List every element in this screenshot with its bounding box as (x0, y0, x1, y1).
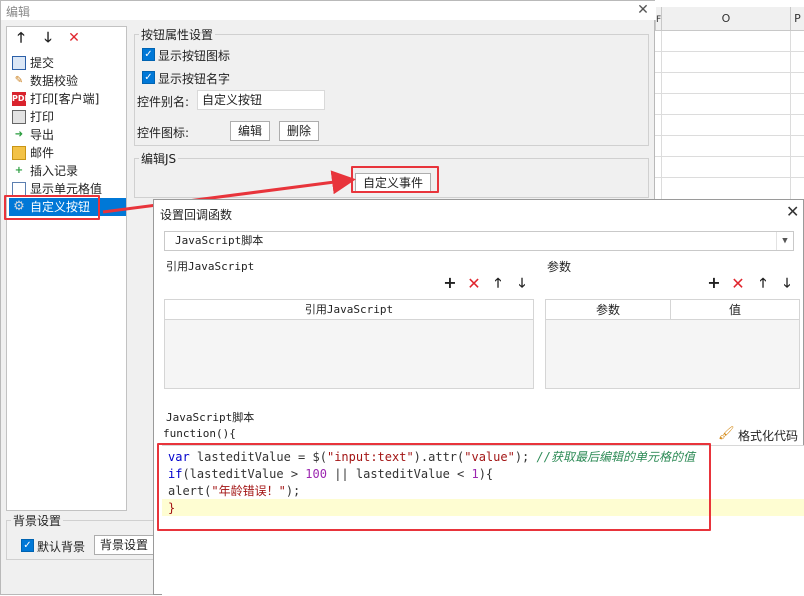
format-code-button[interactable]: 格式化代码 (738, 427, 798, 444)
callback-dialog: 设置回调函数 ✕ JavaScript脚本 ▼ 引用JavaScript + ✕… (153, 199, 804, 596)
highlight-box-code (157, 443, 711, 531)
function-header: function(){ (163, 427, 236, 440)
params-table: 参数 值 (545, 299, 800, 389)
dialog-title: 设置回调函数 (160, 208, 233, 222)
dialog-close-icon[interactable]: ✕ (786, 202, 799, 221)
value-column-header[interactable]: 值 (671, 300, 799, 320)
param-delete-icon[interactable]: ✕ (730, 274, 746, 293)
param-add-icon[interactable]: + (706, 273, 722, 292)
param-up-icon[interactable]: 🡑 (755, 274, 771, 296)
ref-down-icon[interactable]: 🡓 (514, 274, 530, 296)
brush-icon: 🖌 (718, 426, 735, 441)
ref-up-icon[interactable]: 🡑 (490, 274, 506, 296)
ref-add-icon[interactable]: + (442, 273, 458, 292)
script-type-value: JavaScript脚本 (175, 234, 264, 247)
ref-js-label: 引用JavaScript (166, 260, 255, 273)
param-down-icon[interactable]: 🡓 (779, 274, 795, 296)
chevron-down-icon[interactable]: ▼ (776, 232, 793, 250)
script-label: JavaScript脚本 (166, 411, 255, 424)
ref-delete-icon[interactable]: ✕ (466, 274, 482, 293)
ref-js-column-header[interactable]: 引用JavaScript (165, 300, 533, 320)
params-label: 参数 (547, 260, 572, 274)
param-column-header[interactable]: 参数 (546, 300, 671, 320)
script-type-select[interactable]: JavaScript脚本 ▼ (164, 231, 794, 251)
ref-js-table: 引用JavaScript (164, 299, 534, 389)
